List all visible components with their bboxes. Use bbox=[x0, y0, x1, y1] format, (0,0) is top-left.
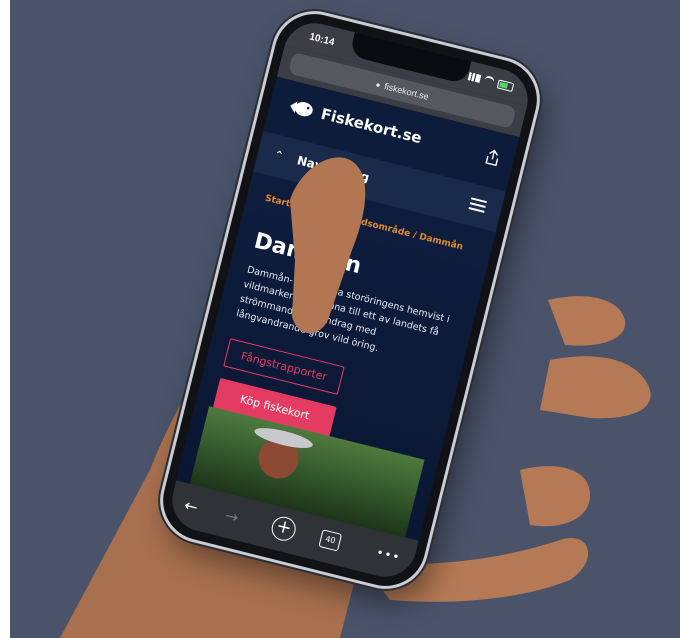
url-text: fiskekort.se bbox=[383, 81, 430, 102]
more-icon[interactable]: ••• bbox=[375, 545, 402, 564]
battery-icon bbox=[496, 78, 515, 92]
arrow-right-icon[interactable]: → bbox=[223, 506, 241, 528]
hamburger-icon[interactable] bbox=[468, 197, 487, 213]
wifi-icon bbox=[483, 75, 496, 88]
breadcrumb-item-current: Dammån bbox=[418, 232, 464, 253]
nav-label: Navigering bbox=[295, 153, 371, 185]
lock-icon: ● bbox=[374, 79, 382, 90]
status-icons bbox=[467, 71, 515, 92]
signal-icon bbox=[467, 72, 482, 83]
plus-icon[interactable]: + bbox=[269, 514, 299, 544]
tabs-icon[interactable]: 40 bbox=[318, 529, 343, 552]
breadcrumb-item-area[interactable]: Fiskevårdsområde bbox=[318, 207, 411, 239]
chevron-up-icon: ⌃ bbox=[272, 147, 286, 164]
arrow-left-icon[interactable]: ← bbox=[182, 495, 200, 517]
site-name: Fiskekort.se bbox=[319, 104, 424, 148]
scene: 10:14 ● fiskekort.se Fiskekort.se ⌃ Navi… bbox=[0, 0, 680, 638]
fish-icon bbox=[290, 101, 313, 117]
share-icon[interactable] bbox=[484, 148, 501, 167]
breadcrumb-item-home[interactable]: Startsida bbox=[264, 194, 312, 215]
status-time: 10:14 bbox=[308, 31, 336, 49]
